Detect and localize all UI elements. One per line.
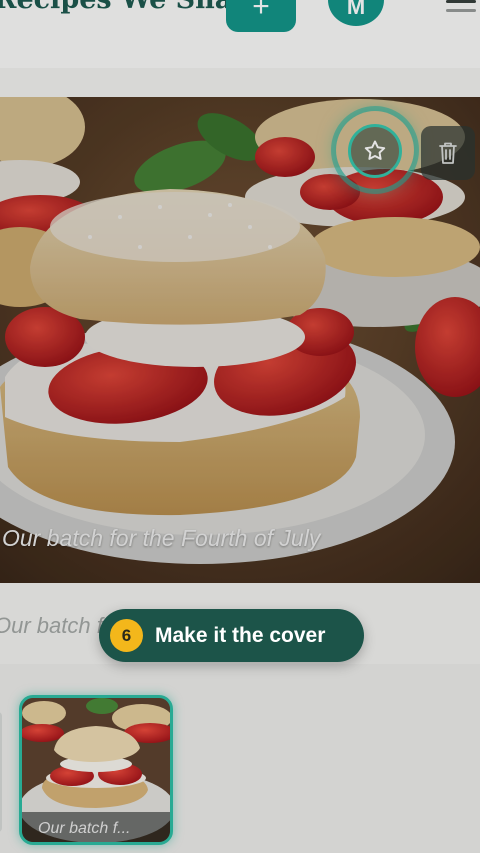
photo-thumbnail-strip: Our batch f...	[0, 664, 480, 853]
app-title: Recipes We Share	[0, 0, 264, 15]
set-cover-button[interactable]	[348, 124, 402, 178]
tour-tooltip-text: Make it the cover	[155, 623, 326, 647]
recipe-photo: Our batch for the Fourth of July	[0, 97, 480, 583]
menu-icon[interactable]	[446, 0, 476, 14]
tour-tooltip: 6 Make it the cover	[99, 609, 364, 662]
thumbnail-caption: Our batch f...	[22, 812, 170, 842]
add-recipe-button[interactable]: +	[226, 0, 296, 32]
app-header: Recipes We Share + M	[0, 0, 480, 68]
photo-thumbnail[interactable]: Our batch f...	[19, 695, 173, 845]
photo-caption-overlay: Our batch for the Fourth of July	[2, 525, 321, 551]
user-avatar[interactable]: M	[328, 0, 384, 26]
trash-icon	[439, 142, 457, 164]
tour-step-badge: 6	[110, 619, 143, 652]
shortcake-photo	[0, 97, 480, 583]
star-icon	[364, 140, 386, 160]
delete-photo-button[interactable]	[421, 126, 475, 180]
previous-thumbnail[interactable]	[0, 712, 2, 832]
